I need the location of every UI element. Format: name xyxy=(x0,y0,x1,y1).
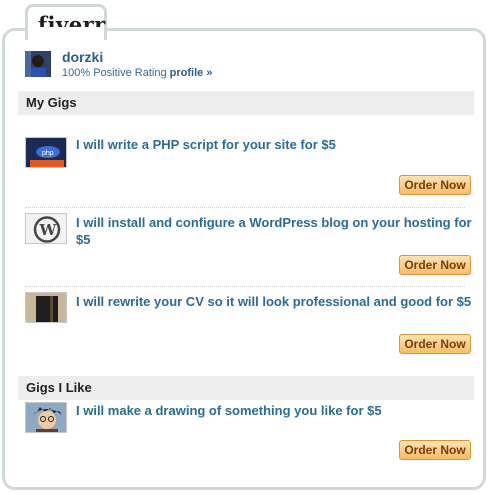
order-now-button[interactable]: Order Now xyxy=(399,175,471,195)
section-my-gigs: My Gigs xyxy=(18,91,474,115)
rating-text: 100% Positive Rating profile » xyxy=(62,67,213,79)
profile-link[interactable]: profile » xyxy=(170,67,213,79)
gig-title[interactable]: I will rewrite your CV so it will look p… xyxy=(76,293,472,310)
section-gigs-i-like: Gigs I Like xyxy=(18,376,474,400)
order-now-button[interactable]: Order Now xyxy=(399,334,471,354)
order-now-button[interactable]: Order Now xyxy=(399,440,471,460)
avatar[interactable] xyxy=(25,51,51,77)
username-link[interactable]: dorzki xyxy=(62,49,103,65)
divider xyxy=(25,207,465,208)
svg-text:W: W xyxy=(39,221,58,239)
gig-title[interactable]: I will install and configure a WordPress… xyxy=(76,214,472,248)
gig-title[interactable]: I will make a drawing of something you l… xyxy=(76,402,472,419)
gig-thumbnail-cv[interactable] xyxy=(25,292,67,323)
gig-title[interactable]: I will write a PHP script for your site … xyxy=(76,136,472,153)
divider xyxy=(25,286,465,287)
fiverr-logo[interactable]: fiverr xyxy=(38,12,106,37)
order-now-button[interactable]: Order Now xyxy=(399,255,471,275)
gig-thumbnail-wordpress[interactable]: W xyxy=(25,213,67,244)
svg-text:php: php xyxy=(42,150,54,157)
logo-tab: fiverr xyxy=(25,4,107,40)
gig-thumbnail-php[interactable]: php xyxy=(25,137,67,168)
gig-thumbnail-drawing[interactable] xyxy=(25,402,67,433)
